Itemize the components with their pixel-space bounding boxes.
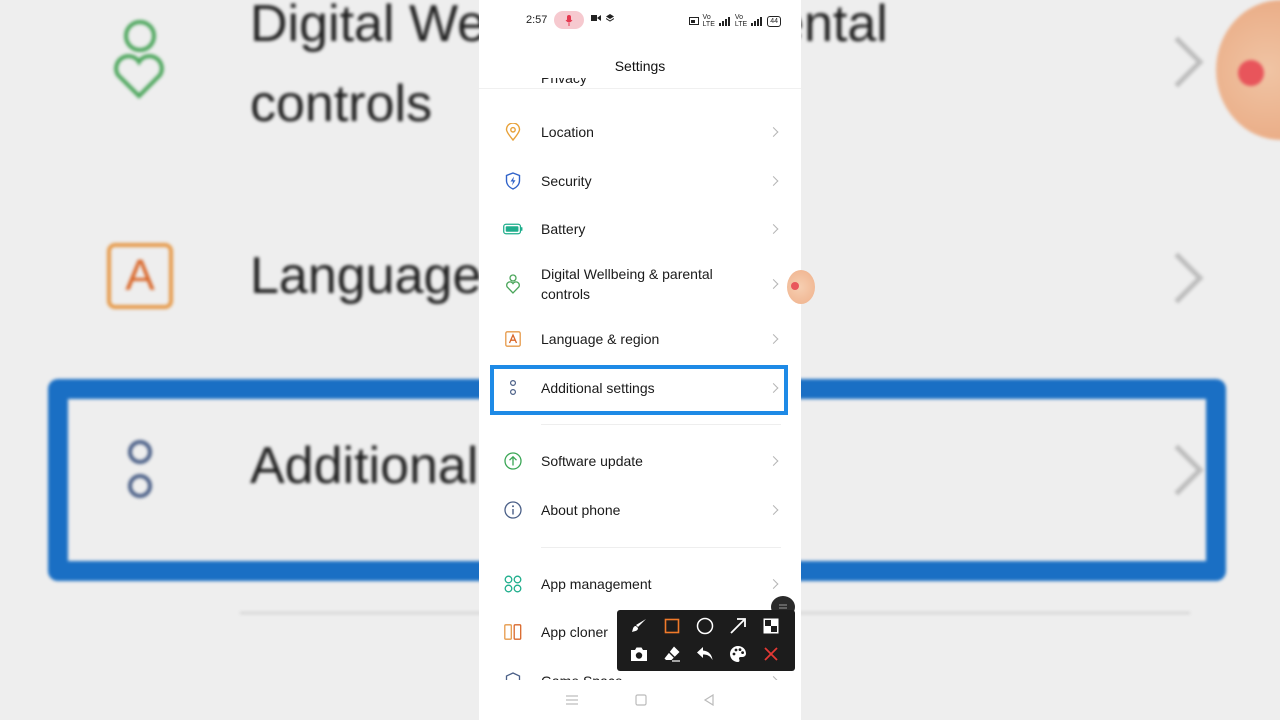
- settings-item-label: App management: [541, 576, 652, 592]
- status-icons-left: [591, 14, 614, 22]
- bg-dot-icon: [128, 474, 152, 498]
- cast-icon: [688, 17, 699, 25]
- layers-icon: [606, 14, 614, 22]
- drawing-toolbox: [617, 610, 795, 671]
- settings-item-app-management[interactable]: App management: [479, 561, 801, 607]
- shield-bolt-icon: [503, 171, 523, 191]
- settings-item-label: About phone: [541, 502, 621, 518]
- settings-item-label: Software update: [541, 453, 643, 469]
- mic-recording-icon: [554, 11, 584, 29]
- signal-icon-2: [751, 16, 763, 26]
- settings-item-label: Digital Wellbeing & parental controls: [541, 266, 713, 302]
- info-icon: [503, 500, 523, 520]
- settings-item-location[interactable]: Location: [479, 109, 801, 155]
- update-arrow-icon: [503, 451, 523, 471]
- status-icons-right: Vo LTE Vo LTE 44: [688, 14, 781, 28]
- bg-record-dot: [1238, 60, 1264, 86]
- chevron-right-icon: [768, 127, 779, 137]
- menu-nav-icon[interactable]: [565, 694, 579, 706]
- settings-item-about-phone[interactable]: About phone: [479, 487, 801, 533]
- signal-icon: [718, 16, 730, 26]
- settings-item-label: Privacy: [541, 78, 587, 86]
- bg-language-icon: A: [107, 243, 173, 309]
- screenshot-tool-icon[interactable]: [627, 642, 651, 666]
- chevron-right-icon: [768, 279, 779, 289]
- page-title: Settings: [614, 58, 666, 74]
- settings-item-partial[interactable]: Privacy: [541, 78, 587, 88]
- settings-item-software-update[interactable]: Software update: [479, 438, 801, 484]
- chevron-right-icon: [768, 224, 779, 234]
- battery-level: 44: [767, 15, 781, 27]
- chevron-right-icon: [768, 579, 779, 589]
- eraser-tool-icon[interactable]: [660, 642, 684, 666]
- volte-icon-2: Vo LTE: [734, 14, 748, 28]
- undo-tool-icon[interactable]: [693, 642, 717, 666]
- settings-item-label: Language & region: [541, 331, 660, 347]
- bg-heart-icon: [114, 54, 164, 99]
- highlight-rectangle-annotation: [490, 365, 788, 415]
- mosaic-tool-icon[interactable]: [759, 614, 783, 638]
- settings-item-battery[interactable]: Battery: [479, 206, 801, 252]
- chevron-right-icon: [768, 334, 779, 344]
- battery-icon: [503, 219, 523, 239]
- rectangle-tool-icon[interactable]: [660, 614, 684, 638]
- bg-chevron-icon: [1152, 36, 1204, 88]
- back-nav-icon[interactable]: [703, 694, 715, 706]
- volte-icon: Vo LTE: [702, 14, 715, 28]
- settings-item-digital-wellbeing[interactable]: Digital Wellbeing & parental controls: [479, 258, 801, 310]
- language-a-icon: [503, 329, 523, 349]
- app-cloner-icon: [503, 622, 523, 642]
- status-bar: 2:57 Vo LTE Vo LTE 44: [479, 0, 801, 40]
- navigation-bar: [479, 680, 801, 720]
- settings-item-label: Location: [541, 124, 594, 140]
- brush-tool-icon[interactable]: [627, 614, 651, 638]
- arrow-tool-icon[interactable]: [726, 614, 750, 638]
- chevron-right-icon: [768, 505, 779, 515]
- app-bar-divider: [479, 88, 801, 89]
- chevron-right-icon: [768, 456, 779, 466]
- home-nav-icon[interactable]: [635, 694, 647, 706]
- bg-text-line2: controls: [250, 75, 433, 133]
- settings-item-label: App cloner: [541, 624, 608, 640]
- status-time: 2:57: [526, 14, 548, 26]
- bg-chevron-icon: [1152, 252, 1204, 304]
- screen: Digital Wellbeing & parental controls A …: [0, 0, 1280, 720]
- close-tool-icon[interactable]: [759, 642, 783, 666]
- wellbeing-heart-icon: [503, 274, 523, 294]
- chevron-right-icon: [768, 176, 779, 186]
- settings-item-security[interactable]: Security: [479, 158, 801, 204]
- video-camera-icon: [591, 15, 601, 21]
- record-dot-icon: [791, 282, 799, 290]
- section-divider: [541, 547, 781, 548]
- settings-item-language[interactable]: Language & region: [479, 316, 801, 362]
- bg-dot-icon: [128, 440, 152, 464]
- settings-item-label: Security: [541, 173, 592, 189]
- app-grid-icon: [503, 574, 523, 594]
- settings-item-label: Battery: [541, 221, 586, 237]
- bg-wellbeing-icon: [124, 20, 156, 52]
- palette-tool-icon[interactable]: [726, 642, 750, 666]
- circle-tool-icon[interactable]: [693, 614, 717, 638]
- location-pin-icon: [503, 122, 523, 142]
- section-divider: [541, 424, 781, 425]
